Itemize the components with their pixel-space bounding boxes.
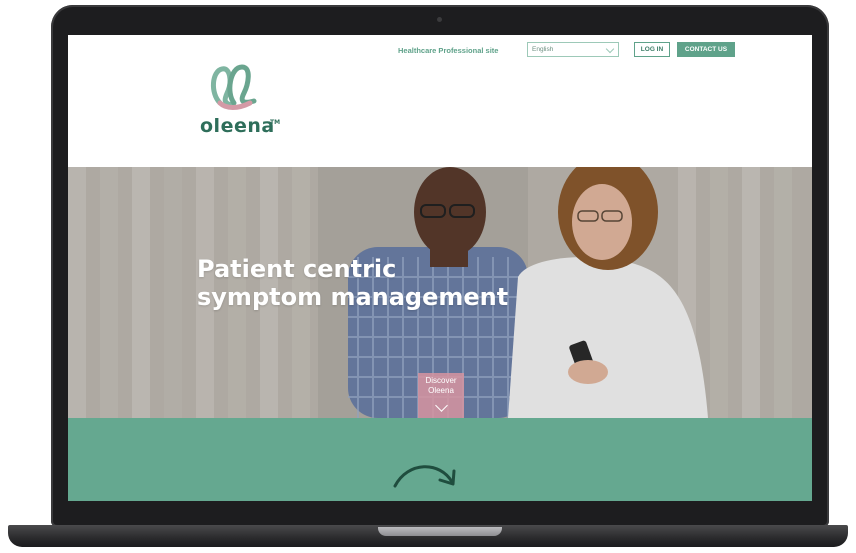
oleena-logo-icon[interactable] xyxy=(210,63,260,113)
language-select[interactable]: English xyxy=(527,42,619,57)
discover-line1: Discover xyxy=(425,376,457,385)
discover-oleena-button[interactable]: Discover Oleena xyxy=(418,373,464,418)
laptop-notch xyxy=(378,527,502,536)
contact-us-button[interactable]: CONTACT US xyxy=(677,42,735,57)
hero-section: Patient centric symptom management Disco… xyxy=(68,167,812,418)
login-button[interactable]: LOG IN xyxy=(634,42,670,57)
hero-title-line1: Patient centric xyxy=(197,255,397,283)
language-value: English xyxy=(532,46,554,53)
site-header: Healthcare Professional site English LOG… xyxy=(68,35,812,167)
webcam xyxy=(437,17,442,22)
browser-screen: Healthcare Professional site English LOG… xyxy=(68,35,812,501)
hero-title: Patient centric symptom management xyxy=(197,255,557,311)
trademark: TM xyxy=(270,119,281,126)
chevron-down-icon xyxy=(605,44,615,54)
hero-title-line2: symptom management xyxy=(197,283,509,311)
hcp-site-link[interactable]: Healthcare Professional site xyxy=(398,46,498,55)
green-band-section xyxy=(68,418,812,501)
brand-name: oleena xyxy=(200,115,275,137)
chevron-down-icon xyxy=(434,399,448,412)
discover-line2: Oleena xyxy=(428,386,454,395)
curved-arrow-icon xyxy=(393,465,456,488)
